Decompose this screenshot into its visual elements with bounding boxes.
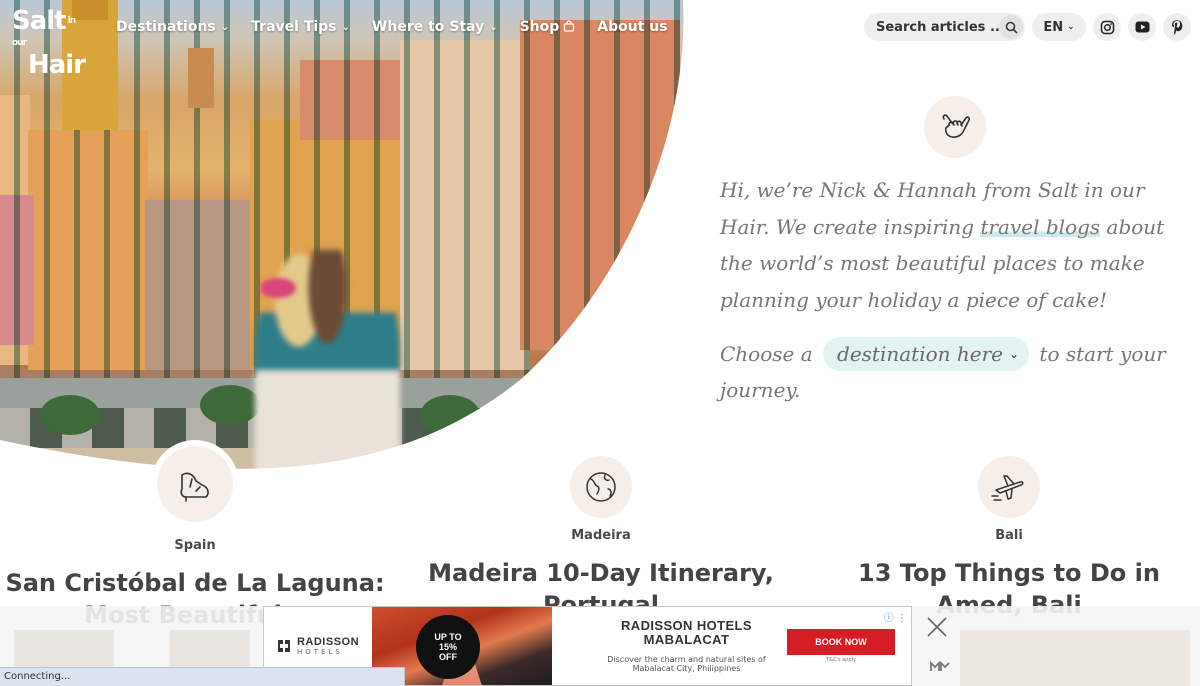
instagram-icon[interactable]: [1093, 13, 1121, 41]
article-card-spain[interactable]: Spain San Cristóbal de La Laguna: Most B…: [0, 440, 390, 631]
ad-subtext: Discover the charm and natural sites of …: [607, 655, 766, 673]
search-bar[interactable]: Search articles ...: [864, 13, 1025, 41]
flamenco-shoe-icon: [151, 440, 239, 528]
ad-copy: RADISSON HOTELS MABALACAT Discover the c…: [552, 618, 781, 674]
ad-headline-line2: MABALACAT: [643, 632, 730, 647]
ghost-card: [960, 630, 1190, 686]
article-category: Bali: [995, 528, 1023, 543]
radisson-logo-icon: [277, 640, 290, 652]
ad-terms: T&C's apply: [826, 657, 856, 663]
ad-brand: RADISSON HOTELS: [264, 635, 372, 656]
hero-palm: [40, 395, 100, 435]
ad-brand-sub: HOTELS: [296, 647, 343, 656]
nav-travel-tips[interactable]: Travel Tips ⌄: [251, 17, 350, 37]
pinterest-icon[interactable]: [1163, 13, 1191, 41]
nav-label: Where to Stay: [371, 19, 485, 35]
nav-label: Shop: [519, 19, 560, 35]
browser-status-bar: Connecting...: [0, 667, 405, 686]
hero-church-tower: [188, 48, 214, 108]
destination-select-label: destination here: [837, 342, 1003, 366]
chevron-down-icon: ⌄: [341, 21, 350, 33]
close-ad-icon[interactable]: [926, 616, 948, 638]
ad-discount-line2: 15%: [438, 642, 457, 652]
search-input[interactable]: Search articles ...: [876, 20, 1005, 35]
chevron-down-icon: ⌄: [1067, 22, 1075, 32]
chevron-down-icon: ⌄: [220, 21, 230, 33]
ad-info-icon[interactable]: ⓘ ⋮: [884, 609, 907, 624]
article-card-bali[interactable]: Bali 13 Top Things to Do in Amed, Bali: [814, 456, 1200, 621]
nav-about-us[interactable]: About us: [597, 17, 667, 37]
nav-label: Travel Tips: [251, 19, 337, 35]
search-icon[interactable]: [999, 15, 1023, 39]
ad-cta: BOOK NOW T&C's apply: [781, 629, 901, 663]
destination-select[interactable]: destination here ⌄: [823, 337, 1030, 371]
book-now-button[interactable]: BOOK NOW: [787, 629, 895, 655]
hero-palm: [420, 395, 480, 435]
shaka-hand-icon: [924, 96, 986, 158]
globe-icon: [570, 456, 632, 518]
article-category: Madeira: [571, 528, 631, 543]
airplane-icon: [978, 456, 1040, 518]
hero-image: [0, 0, 700, 500]
ad-headline-line1: RADISSON HOTELS: [621, 618, 752, 633]
ad-network-icon: [930, 660, 950, 675]
ad-discount-line3: OFF: [439, 652, 457, 662]
nav-shop[interactable]: Shop: [520, 17, 576, 37]
destination-chooser: Choose a destination here ⌄ to start you…: [720, 336, 1190, 408]
shopping-bag-icon: [563, 19, 575, 35]
choose-prefix: Choose a: [720, 342, 813, 366]
article-card-madeira[interactable]: Madeira Madeira 10-Day Itinerary, Portug…: [406, 456, 796, 621]
nav-label: Destinations: [116, 19, 216, 35]
chevron-down-icon: ⌄: [1008, 347, 1020, 361]
youtube-icon[interactable]: [1128, 13, 1156, 41]
language-selector[interactable]: EN ⌄: [1032, 13, 1086, 41]
nav-destinations[interactable]: Destinations ⌄: [116, 17, 229, 37]
logo-word-hair: Hair: [28, 50, 86, 80]
site-logo[interactable]: Salt in our Hair: [12, 8, 88, 78]
nav-where-to-stay[interactable]: Where to Stay ⌄: [372, 17, 498, 37]
article-category: Spain: [174, 538, 216, 553]
hero-palm: [200, 385, 260, 425]
main-nav: Destinations ⌄ Travel Tips ⌄ Where to St…: [116, 17, 690, 37]
chevron-down-icon: ⌄: [489, 21, 498, 33]
language-value: EN: [1043, 19, 1064, 35]
travel-blogs-link[interactable]: travel blogs: [980, 214, 1101, 239]
ad-brand-name: RADISSON: [296, 635, 360, 648]
nav-label: About us: [597, 19, 668, 35]
ad-discount-line1: UP TO: [434, 632, 462, 642]
hero-flower-crown: [260, 278, 296, 298]
logo-word-salt: Salt: [12, 6, 67, 36]
intro-text: Hi, we’re Nick & Hannah from Salt in our…: [720, 172, 1198, 318]
ad-discount-badge: UP TO 15% OFF: [416, 615, 480, 679]
